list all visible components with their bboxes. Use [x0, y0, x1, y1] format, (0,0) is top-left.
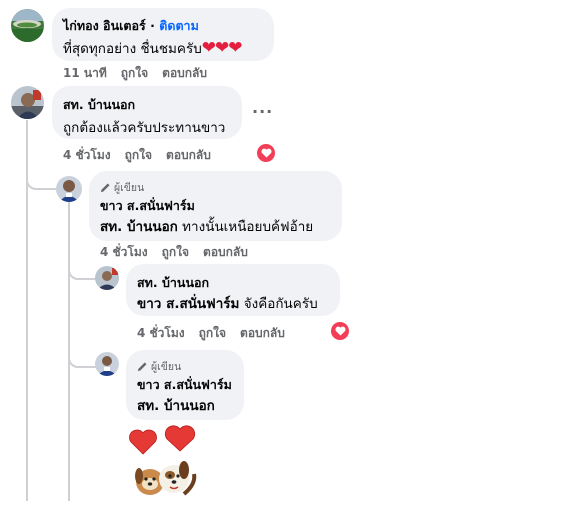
heart-emoji: ❤❤❤: [201, 38, 243, 58]
dogs-with-hearts-sticker: [126, 424, 206, 501]
comment-text: จังคือกันครับ: [239, 296, 318, 312]
avatar-image: [95, 352, 119, 376]
comment-text-row: สท. บ้านนอก: [137, 394, 215, 416]
comment-author[interactable]: สท. บ้านนอก: [63, 95, 135, 115]
comment-author[interactable]: สท. บ้านนอก: [137, 273, 209, 293]
like-button[interactable]: ถูกใจ: [121, 64, 148, 83]
reply-button[interactable]: ตอบกลับ: [166, 146, 211, 165]
comment-actions: 4 ชั่วโมง ถูกใจ ตอบกลับ: [63, 146, 211, 165]
avatar[interactable]: [95, 266, 119, 290]
comment-author-row: ไก่ทอง อินเตอร์ · ติดตาม: [63, 18, 199, 33]
pencil-icon: [100, 183, 110, 193]
comment-text-row: ขาว ส.สนั่นฟาร์ม จังคือกันครับ: [137, 292, 318, 314]
heart-icon: [164, 425, 196, 452]
comment-text-row: ที่สุดทุกอย่าง ชื่นชมครับ❤❤❤: [63, 37, 242, 59]
comment-author[interactable]: ไก่ทอง อินเตอร์: [63, 18, 146, 33]
comment-actions: 11 นาที ถูกใจ ตอบกลับ: [63, 64, 207, 83]
author-badge: ผู้เขียน: [100, 179, 144, 196]
thread-connector: [26, 160, 56, 190]
pencil-icon: [137, 362, 147, 372]
avatar[interactable]: [11, 86, 44, 119]
heart-icon: [129, 429, 157, 455]
comment-timestamp[interactable]: 4 ชั่วโมง: [63, 146, 111, 165]
comment-text-row: สท. บ้านนอก ทางนั้นเหนือยบค้ฟอ้าย: [100, 215, 313, 237]
heart-reaction-icon[interactable]: [331, 322, 349, 340]
avatar-image: [11, 9, 44, 42]
comment-text: ที่สุดทุกอย่าง ชื่นชมครับ: [63, 41, 202, 57]
comment-timestamp[interactable]: 4 ชั่วโมง: [100, 243, 148, 262]
thread-connector: [68, 250, 96, 280]
avatar-image: [95, 266, 119, 290]
author-badge: ผู้เขียน: [137, 358, 181, 375]
comment-timestamp[interactable]: 11 นาที: [63, 64, 107, 83]
comment-text: ทางนั้นเหนือยบค้ฟอ้าย: [177, 219, 314, 235]
like-button[interactable]: ถูกใจ: [199, 324, 226, 343]
reply-button[interactable]: ตอบกลับ: [162, 64, 207, 83]
comment-actions: 4 ชั่วโมง ถูกใจ ตอบกลับ: [100, 243, 248, 262]
avatar[interactable]: [95, 352, 119, 376]
mention-link[interactable]: สท. บ้านนอก: [137, 398, 215, 414]
comment-timestamp[interactable]: 4 ชั่วโมง: [137, 324, 185, 343]
comment-author[interactable]: ขาว ส.สนั่นฟาร์ม: [137, 375, 232, 395]
heart-reaction-icon[interactable]: [257, 144, 275, 162]
avatar[interactable]: [11, 9, 44, 42]
comment-actions: 4 ชั่วโมง ถูกใจ ตอบกลับ: [137, 324, 285, 343]
mention-link[interactable]: สท. บ้านนอก: [100, 219, 178, 235]
mention-link[interactable]: ขาว ส.สนั่นฟาร์ม: [137, 296, 239, 312]
avatar[interactable]: [56, 176, 82, 202]
more-options-button[interactable]: ···: [252, 102, 273, 121]
reply-button[interactable]: ตอบกลับ: [240, 324, 285, 343]
comment-author[interactable]: ขาว ส.สนั่นฟาร์ม: [100, 196, 195, 216]
author-badge-label: ผู้เขียน: [114, 182, 145, 194]
follow-link[interactable]: ติดตาม: [159, 18, 199, 33]
author-badge-label: ผู้เขียน: [151, 361, 182, 373]
avatar-image: [11, 86, 44, 119]
comment-text: ถูกต้องแล้วครับประทานขาว: [63, 120, 226, 136]
avatar-image: [56, 176, 82, 202]
reply-button[interactable]: ตอบกลับ: [203, 243, 248, 262]
thread-connector: [68, 336, 96, 368]
like-button[interactable]: ถูกใจ: [125, 146, 152, 165]
like-button[interactable]: ถูกใจ: [162, 243, 189, 262]
